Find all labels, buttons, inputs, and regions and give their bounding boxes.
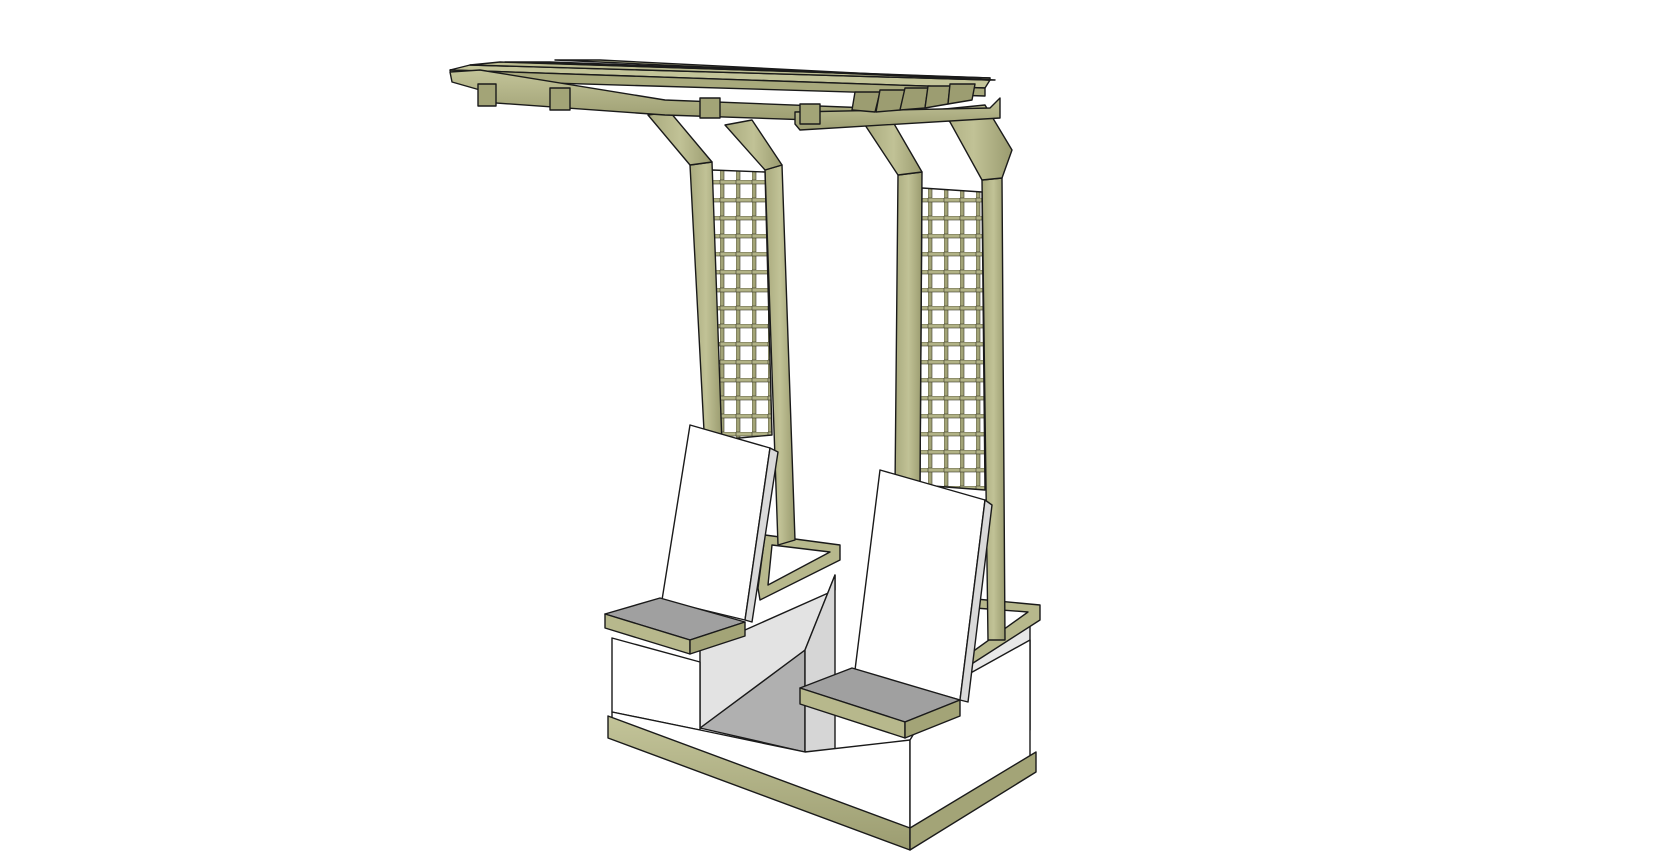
- roof-notch-1: [477, 83, 497, 107]
- roof-slat-end-1: [851, 91, 881, 113]
- roof-notch-3: [699, 97, 721, 119]
- roof-slat-end-4: [924, 85, 951, 109]
- pergola-roof: [449, 59, 1001, 131]
- roof-slat-end-3: [899, 87, 929, 111]
- left-back-brace: [724, 119, 783, 171]
- right-front-brace: [864, 121, 923, 176]
- left-front-brace: [647, 111, 713, 166]
- left-chair: [604, 424, 779, 655]
- model-viewport[interactable]: [0, 0, 1680, 862]
- roof-slat-end-5: [947, 83, 976, 105]
- roof-notch-4: [799, 103, 821, 125]
- roof-notch-2: [549, 87, 571, 111]
- right-back-post: [981, 177, 1006, 641]
- pergola-model-drawing: [449, 59, 1041, 851]
- right-front-post: [894, 171, 923, 489]
- right-lattice-panel: [919, 187, 986, 491]
